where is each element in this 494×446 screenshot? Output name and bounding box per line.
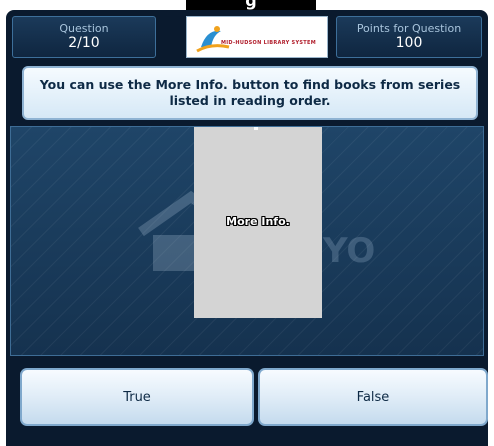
more-info-button[interactable]: More Info. — [194, 215, 322, 228]
points-value: 100 — [395, 35, 423, 51]
library-logo: MID-HUDSON LIBRARY SYSTEM — [186, 16, 328, 58]
quiz-window: Question 2/10 MID-HUDSON LIBRARY SYSTEM … — [6, 10, 488, 446]
card-marker — [254, 127, 258, 130]
content-stage: YO More Info. — [10, 126, 484, 356]
false-button[interactable]: False — [258, 368, 488, 426]
title-fragment: g — [186, 0, 316, 10]
true-button[interactable]: True — [20, 368, 254, 426]
more-info-card[interactable]: More Info. — [194, 127, 322, 318]
points-box: Points for Question 100 — [336, 16, 482, 58]
logo-text: MID-HUDSON LIBRARY SYSTEM — [221, 40, 316, 46]
title-fragment-text: g — [245, 0, 257, 10]
watermark-text: YO — [323, 231, 376, 271]
points-label: Points for Question — [356, 22, 462, 35]
question-counter-value: 2/10 — [68, 35, 100, 51]
question-counter: Question 2/10 — [12, 16, 156, 58]
question-text: You can use the More Info. button to fin… — [22, 66, 478, 120]
logo-swoosh-icon — [196, 26, 230, 53]
question-counter-label: Question — [59, 22, 109, 35]
